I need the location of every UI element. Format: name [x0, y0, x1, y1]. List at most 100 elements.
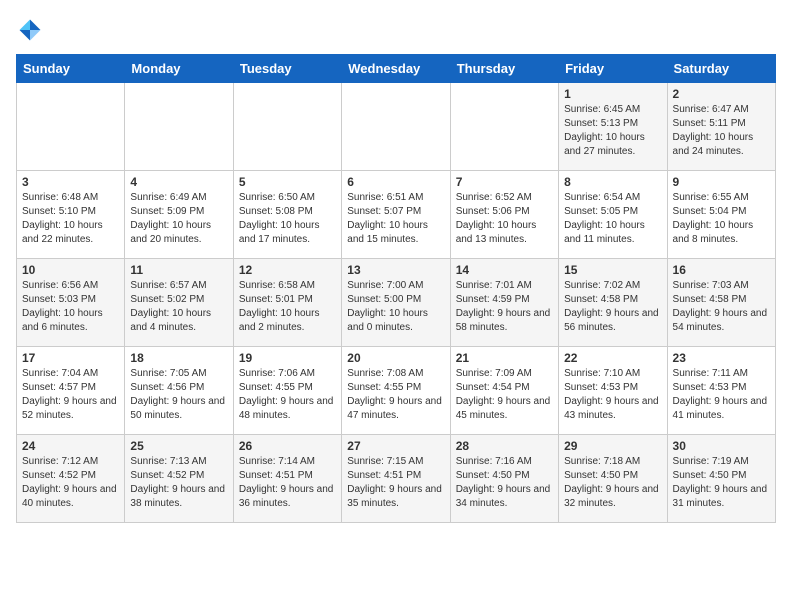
- day-number: 14: [456, 263, 553, 277]
- calendar-cell: 13 Sunrise: 7:00 AM Sunset: 5:00 PM Dayli…: [342, 259, 450, 347]
- day-content: Sunrise: 6:52 AM Sunset: 5:06 PM Dayligh…: [456, 191, 553, 247]
- calendar-header-friday: Friday: [559, 55, 667, 83]
- day-content: Sunrise: 6:49 AM Sunset: 5:09 PM Dayligh…: [130, 191, 227, 247]
- day-content: Sunrise: 6:57 AM Sunset: 5:02 PM Dayligh…: [130, 279, 227, 335]
- day-number: 7: [456, 175, 553, 189]
- day-content: Sunrise: 7:02 AM Sunset: 4:58 PM Dayligh…: [564, 279, 661, 335]
- calendar-cell: 27 Sunrise: 7:15 AM Sunset: 4:51 PM Dayli…: [342, 435, 450, 523]
- calendar-cell: 22 Sunrise: 7:10 AM Sunset: 4:53 PM Dayli…: [559, 347, 667, 435]
- calendar-cell: [450, 83, 558, 171]
- day-content: Sunrise: 7:14 AM Sunset: 4:51 PM Dayligh…: [239, 455, 336, 511]
- day-content: Sunrise: 7:16 AM Sunset: 4:50 PM Dayligh…: [456, 455, 553, 511]
- calendar-cell: 26 Sunrise: 7:14 AM Sunset: 4:51 PM Dayli…: [233, 435, 341, 523]
- calendar-cell: 17 Sunrise: 7:04 AM Sunset: 4:57 PM Dayli…: [17, 347, 125, 435]
- day-number: 9: [673, 175, 770, 189]
- calendar-cell: 6 Sunrise: 6:51 AM Sunset: 5:07 PM Daylig…: [342, 171, 450, 259]
- day-content: Sunrise: 6:56 AM Sunset: 5:03 PM Dayligh…: [22, 279, 119, 335]
- day-number: 1: [564, 87, 661, 101]
- calendar-cell: 28 Sunrise: 7:16 AM Sunset: 4:50 PM Dayli…: [450, 435, 558, 523]
- day-content: Sunrise: 6:47 AM Sunset: 5:11 PM Dayligh…: [673, 103, 770, 159]
- day-content: Sunrise: 7:05 AM Sunset: 4:56 PM Dayligh…: [130, 367, 227, 423]
- day-content: Sunrise: 6:51 AM Sunset: 5:07 PM Dayligh…: [347, 191, 444, 247]
- day-content: Sunrise: 7:12 AM Sunset: 4:52 PM Dayligh…: [22, 455, 119, 511]
- day-number: 22: [564, 351, 661, 365]
- day-content: Sunrise: 7:09 AM Sunset: 4:54 PM Dayligh…: [456, 367, 553, 423]
- calendar-header-monday: Monday: [125, 55, 233, 83]
- calendar-cell: 30 Sunrise: 7:19 AM Sunset: 4:50 PM Dayli…: [667, 435, 775, 523]
- calendar-cell: [17, 83, 125, 171]
- calendar-cell: 14 Sunrise: 7:01 AM Sunset: 4:59 PM Dayli…: [450, 259, 558, 347]
- day-content: Sunrise: 6:50 AM Sunset: 5:08 PM Dayligh…: [239, 191, 336, 247]
- header: [16, 16, 776, 44]
- day-content: Sunrise: 6:58 AM Sunset: 5:01 PM Dayligh…: [239, 279, 336, 335]
- day-number: 23: [673, 351, 770, 365]
- day-number: 18: [130, 351, 227, 365]
- day-content: Sunrise: 7:11 AM Sunset: 4:53 PM Dayligh…: [673, 367, 770, 423]
- day-number: 2: [673, 87, 770, 101]
- day-number: 21: [456, 351, 553, 365]
- day-content: Sunrise: 7:18 AM Sunset: 4:50 PM Dayligh…: [564, 455, 661, 511]
- day-content: Sunrise: 7:01 AM Sunset: 4:59 PM Dayligh…: [456, 279, 553, 335]
- day-number: 16: [673, 263, 770, 277]
- calendar-header-row: SundayMondayTuesdayWednesdayThursdayFrid…: [17, 55, 776, 83]
- calendar-cell: 24Sunrise: 7:12 AM Sunset: 4:52 PM Dayli…: [17, 435, 125, 523]
- calendar-cell: 20 Sunrise: 7:08 AM Sunset: 4:55 PM Dayli…: [342, 347, 450, 435]
- calendar-week-3: 10Sunrise: 6:56 AM Sunset: 5:03 PM Dayli…: [17, 259, 776, 347]
- calendar-cell: [125, 83, 233, 171]
- day-content: Sunrise: 7:00 AM Sunset: 5:00 PM Dayligh…: [347, 279, 444, 335]
- day-number: 30: [673, 439, 770, 453]
- calendar: SundayMondayTuesdayWednesdayThursdayFrid…: [16, 54, 776, 523]
- calendar-header-sunday: Sunday: [17, 55, 125, 83]
- calendar-cell: 2 Sunrise: 6:47 AM Sunset: 5:11 PM Daylig…: [667, 83, 775, 171]
- calendar-header-thursday: Thursday: [450, 55, 558, 83]
- day-content: Sunrise: 7:19 AM Sunset: 4:50 PM Dayligh…: [673, 455, 770, 511]
- day-number: 12: [239, 263, 336, 277]
- calendar-cell: 8Sunrise: 6:54 AM Sunset: 5:05 PM Daylig…: [559, 171, 667, 259]
- day-number: 29: [564, 439, 661, 453]
- day-content: Sunrise: 7:15 AM Sunset: 4:51 PM Dayligh…: [347, 455, 444, 511]
- day-number: 6: [347, 175, 444, 189]
- logo-icon: [16, 16, 44, 44]
- day-number: 3: [22, 175, 119, 189]
- calendar-header-saturday: Saturday: [667, 55, 775, 83]
- day-number: 8: [564, 175, 661, 189]
- calendar-cell: 19 Sunrise: 7:06 AM Sunset: 4:55 PM Dayli…: [233, 347, 341, 435]
- day-number: 27: [347, 439, 444, 453]
- calendar-cell: 10Sunrise: 6:56 AM Sunset: 5:03 PM Dayli…: [17, 259, 125, 347]
- calendar-cell: [233, 83, 341, 171]
- day-content: Sunrise: 6:48 AM Sunset: 5:10 PM Dayligh…: [22, 191, 119, 247]
- day-content: Sunrise: 6:55 AM Sunset: 5:04 PM Dayligh…: [673, 191, 770, 247]
- calendar-cell: 29 Sunrise: 7:18 AM Sunset: 4:50 PM Dayli…: [559, 435, 667, 523]
- calendar-week-1: 1 Sunrise: 6:45 AM Sunset: 5:13 PM Daylig…: [17, 83, 776, 171]
- day-content: Sunrise: 6:45 AM Sunset: 5:13 PM Dayligh…: [564, 103, 661, 159]
- calendar-cell: 9 Sunrise: 6:55 AM Sunset: 5:04 PM Daylig…: [667, 171, 775, 259]
- day-number: 28: [456, 439, 553, 453]
- day-content: Sunrise: 7:08 AM Sunset: 4:55 PM Dayligh…: [347, 367, 444, 423]
- day-number: 13: [347, 263, 444, 277]
- logo: [16, 16, 48, 44]
- calendar-cell: 25Sunrise: 7:13 AM Sunset: 4:52 PM Dayli…: [125, 435, 233, 523]
- day-content: Sunrise: 7:03 AM Sunset: 4:58 PM Dayligh…: [673, 279, 770, 335]
- calendar-cell: 16 Sunrise: 7:03 AM Sunset: 4:58 PM Dayli…: [667, 259, 775, 347]
- page: SundayMondayTuesdayWednesdayThursdayFrid…: [0, 0, 792, 533]
- day-number: 25: [130, 439, 227, 453]
- day-content: Sunrise: 7:10 AM Sunset: 4:53 PM Dayligh…: [564, 367, 661, 423]
- calendar-week-5: 24Sunrise: 7:12 AM Sunset: 4:52 PM Dayli…: [17, 435, 776, 523]
- calendar-header-tuesday: Tuesday: [233, 55, 341, 83]
- calendar-cell: 11Sunrise: 6:57 AM Sunset: 5:02 PM Dayli…: [125, 259, 233, 347]
- calendar-cell: 18 Sunrise: 7:05 AM Sunset: 4:56 PM Dayli…: [125, 347, 233, 435]
- calendar-week-2: 3 Sunrise: 6:48 AM Sunset: 5:10 PM Daylig…: [17, 171, 776, 259]
- day-number: 5: [239, 175, 336, 189]
- day-content: Sunrise: 7:06 AM Sunset: 4:55 PM Dayligh…: [239, 367, 336, 423]
- day-content: Sunrise: 7:04 AM Sunset: 4:57 PM Dayligh…: [22, 367, 119, 423]
- calendar-header-wednesday: Wednesday: [342, 55, 450, 83]
- day-number: 20: [347, 351, 444, 365]
- day-number: 19: [239, 351, 336, 365]
- day-number: 26: [239, 439, 336, 453]
- calendar-cell: 21 Sunrise: 7:09 AM Sunset: 4:54 PM Dayli…: [450, 347, 558, 435]
- day-number: 17: [22, 351, 119, 365]
- calendar-cell: 23 Sunrise: 7:11 AM Sunset: 4:53 PM Dayli…: [667, 347, 775, 435]
- calendar-cell: 12 Sunrise: 6:58 AM Sunset: 5:01 PM Dayli…: [233, 259, 341, 347]
- calendar-cell: [342, 83, 450, 171]
- calendar-cell: 7 Sunrise: 6:52 AM Sunset: 5:06 PM Daylig…: [450, 171, 558, 259]
